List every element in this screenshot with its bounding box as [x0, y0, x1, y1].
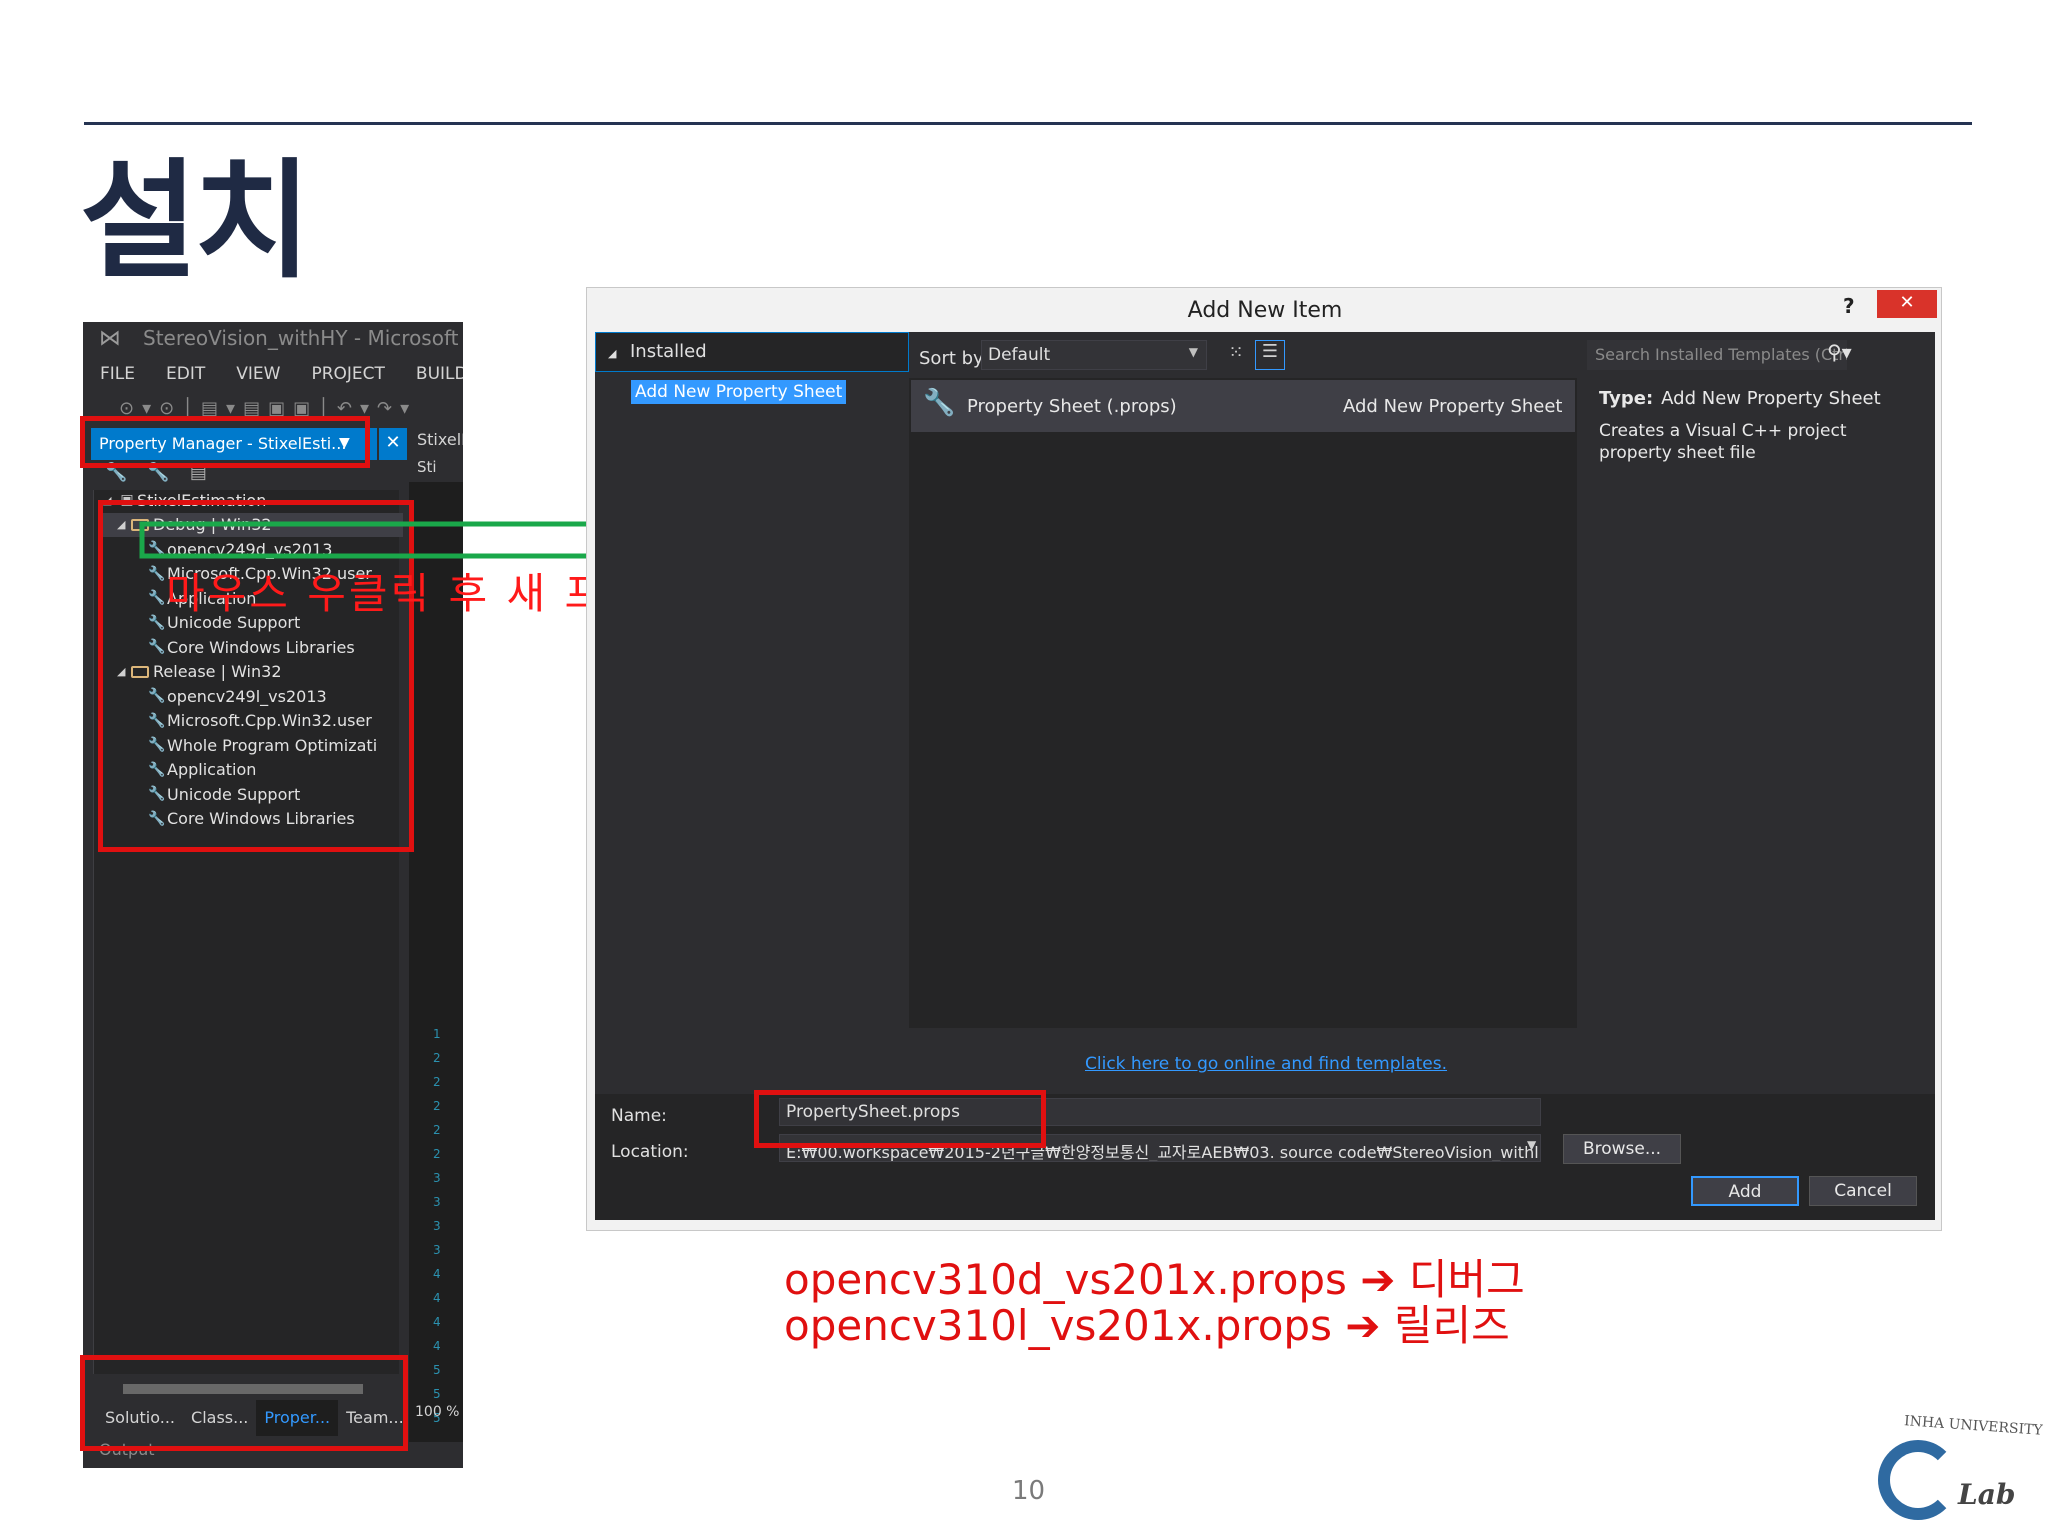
dialog-title: Add New Item [1187, 298, 1343, 323]
location-label: Location: [611, 1142, 689, 1162]
search-templates-input[interactable]: Search Installed Templates (Ctrl+E) [1587, 340, 1847, 370]
help-button[interactable]: ? [1843, 294, 1855, 318]
editor-subtab[interactable]: Sti [417, 458, 437, 476]
template-name: Property Sheet (.props) [967, 396, 1177, 417]
add-button[interactable]: Add [1691, 1176, 1799, 1206]
line-numbers: 12222233334444555 [433, 1027, 441, 1425]
lab-logo-icon [1878, 1440, 1958, 1520]
top-rule [84, 122, 1972, 125]
template-category: Add New Property Sheet [1343, 396, 1563, 417]
slide-title: 설치 [80, 147, 312, 296]
search-icon[interactable]: ⚲▾ [1827, 340, 1852, 364]
installed-node[interactable]: ◢ Installed [595, 332, 909, 372]
browse-button[interactable]: Browse... [1563, 1134, 1681, 1164]
vs-window-title: StereoVision_withHY - Microsoft V [143, 326, 463, 350]
menu-file[interactable]: FILE [83, 356, 149, 392]
logo-lab-text: Lab [1958, 1478, 2016, 1511]
note-release-props: opencv310l_vs201x.props ➔ 릴리즈 [784, 1301, 1510, 1350]
collapse-icon: ◢ [608, 347, 617, 360]
sort-by-label: Sort by: [919, 348, 989, 369]
cancel-button[interactable]: Cancel [1809, 1176, 1917, 1206]
menu-view[interactable]: VIEW [219, 356, 294, 392]
vs-logo-icon: ⋈ [99, 326, 121, 351]
page-number: 10 [1012, 1476, 1046, 1506]
vs-window: ⋈ StereoVision_withHY - Microsoft V FILE… [83, 322, 463, 1468]
dialog-close-button[interactable]: ✕ [1877, 290, 1937, 318]
template-list [909, 378, 1577, 1028]
type-info: Type: Add New Property Sheet [1599, 388, 1881, 409]
list-view-icon[interactable]: ☰ [1255, 340, 1285, 370]
online-templates-link[interactable]: Click here to go online and find templat… [1085, 1054, 1447, 1074]
category-add-new-property-sheet[interactable]: Add New Property Sheet [631, 380, 847, 404]
logo-university-text: INHA UNIVERSITY [1903, 1413, 2044, 1439]
highlight-name-field [754, 1090, 1046, 1148]
vs-menubar: FILE EDIT VIEW PROJECT BUILD DE [83, 356, 463, 392]
grid-view-icon[interactable]: ⁙ [1223, 342, 1249, 368]
zoom-level[interactable]: 100 % [415, 1404, 459, 1420]
close-icon[interactable]: ✕ [379, 428, 407, 460]
highlight-bottom-tabs [80, 1355, 408, 1451]
chevron-down-icon[interactable]: ▼ [1527, 1138, 1536, 1152]
sort-by-select[interactable]: Default ▼ [981, 340, 1207, 370]
name-label: Name: [611, 1106, 667, 1126]
menu-edit[interactable]: EDIT [149, 356, 219, 392]
highlight-property-manager-tab [80, 416, 370, 468]
chevron-down-icon: ▼ [1188, 345, 1198, 359]
menu-project[interactable]: PROJECT [294, 356, 398, 392]
wrench-icon: 🔧 [923, 388, 956, 418]
menu-build[interactable]: BUILD [399, 356, 463, 392]
type-description: Creates a Visual C++ project property sh… [1599, 421, 1847, 463]
editor-tab[interactable]: StixelE [417, 430, 463, 449]
